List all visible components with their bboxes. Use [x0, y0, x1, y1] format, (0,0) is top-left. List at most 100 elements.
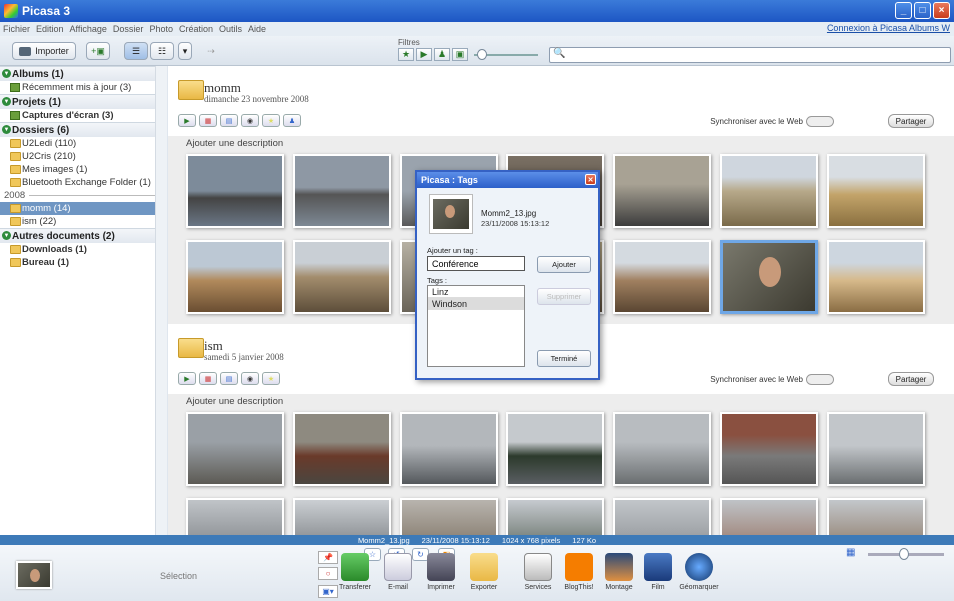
view-list-button[interactable]: ☰	[124, 42, 148, 60]
menu-affichage[interactable]: Affichage	[70, 24, 107, 34]
sidebar-item-mes-images[interactable]: Mes images (1)	[0, 163, 166, 176]
photo-thumbnail[interactable]	[400, 412, 498, 486]
photo-thumbnail[interactable]	[186, 498, 284, 535]
movie-button[interactable]: ▤	[220, 114, 238, 127]
photo-thumbnail[interactable]	[827, 154, 925, 228]
photo-thumbnail[interactable]	[293, 240, 391, 314]
action-email[interactable]: E-mail	[376, 553, 420, 591]
sidebar-scrollbar[interactable]	[155, 66, 167, 535]
photo-thumbnail[interactable]	[293, 498, 391, 535]
star-button[interactable]: ★	[262, 114, 280, 127]
photo-thumbnail-selected[interactable]	[720, 240, 818, 314]
share-button[interactable]: Partager	[888, 372, 934, 386]
photo-thumbnail[interactable]	[827, 498, 925, 535]
dialog-close-button[interactable]: ✕	[585, 174, 596, 185]
date-filter-knob[interactable]	[477, 49, 487, 60]
photo-thumbnail[interactable]	[720, 498, 818, 535]
photo-thumbnail[interactable]	[506, 498, 604, 535]
tag-item[interactable]: Windson	[428, 298, 524, 310]
photo-thumbnail[interactable]	[827, 240, 925, 314]
minimize-button[interactable]: _	[895, 2, 912, 19]
filter-video-button[interactable]: ▶	[416, 48, 432, 61]
action-print[interactable]: Imprimer	[419, 553, 463, 591]
action-services[interactable]: Services	[516, 553, 560, 591]
photo-thumbnail[interactable]	[400, 498, 498, 535]
maximize-button[interactable]: □	[914, 2, 931, 19]
album-description[interactable]: Ajouter une description	[186, 396, 283, 407]
done-button[interactable]: Terminé	[537, 350, 591, 367]
collage-button[interactable]: ▦	[199, 372, 217, 385]
sidebar-item-bureau[interactable]: Bureau (1)	[0, 256, 166, 269]
search-input[interactable]: 🔍	[549, 47, 951, 63]
sync-toggle[interactable]	[806, 116, 834, 127]
photo-thumbnail[interactable]	[613, 498, 711, 535]
section-albums[interactable]: ▼ Albums (1)	[0, 66, 166, 81]
action-blogthis[interactable]: BlogThis!	[557, 553, 601, 591]
add-tag-button[interactable]: Ajouter	[537, 256, 591, 273]
menu-aide[interactable]: Aide	[248, 24, 266, 34]
photo-thumbnail[interactable]	[186, 154, 284, 228]
sidebar-item-recent[interactable]: Récemment mis à jour (3)	[0, 81, 166, 94]
menu-outils[interactable]: Outils	[219, 24, 242, 34]
filter-faces-button[interactable]: ♟	[434, 48, 450, 61]
movie-button[interactable]: ▤	[220, 372, 238, 385]
sidebar-item-bluetooth[interactable]: Bluetooth Exchange Folder (1)	[0, 176, 166, 189]
photo-thumbnail[interactable]	[186, 240, 284, 314]
geotag-button[interactable]: ◉	[241, 372, 259, 385]
people-button[interactable]: ♟	[283, 114, 301, 127]
sidebar-item-u2ledi[interactable]: U2Ledi (110)	[0, 137, 166, 150]
add-to-album-button[interactable]: +▣	[86, 42, 110, 60]
action-movie[interactable]: Film	[636, 553, 680, 591]
photo-thumbnail[interactable]	[613, 154, 711, 228]
photo-thumbnail[interactable]	[613, 412, 711, 486]
view-tree-button[interactable]: ☷	[150, 42, 174, 60]
star-button[interactable]: ★	[262, 372, 280, 385]
import-button[interactable]: Importer	[12, 42, 76, 60]
photo-thumbnail[interactable]	[186, 412, 284, 486]
photo-thumbnail[interactable]	[506, 412, 604, 486]
view-dropdown-button[interactable]: ▾	[178, 42, 192, 60]
menu-photo[interactable]: Photo	[149, 24, 173, 34]
collage-button[interactable]: ▦	[199, 114, 217, 127]
section-autres[interactable]: ▼ Autres documents (2)	[0, 228, 166, 243]
geotag-button[interactable]: ◉	[241, 114, 259, 127]
remove-tag-button[interactable]: Supprimer	[537, 288, 591, 305]
filter-starred-button[interactable]: ★	[398, 48, 414, 61]
photo-thumbnail[interactable]	[293, 412, 391, 486]
sidebar-item-u2cris[interactable]: U2Cris (210)	[0, 150, 166, 163]
action-montage[interactable]: Montage	[597, 553, 641, 591]
section-dossiers[interactable]: ▼ Dossiers (6)	[0, 122, 166, 137]
slideshow-button[interactable]: ▶	[178, 372, 196, 385]
action-upload[interactable]: Transferer	[333, 553, 377, 591]
action-export[interactable]: Exporter	[462, 553, 506, 591]
thumbnail-size-knob[interactable]	[899, 548, 909, 560]
dialog-title-bar[interactable]: Picasa : Tags ✕	[417, 172, 598, 188]
album-description[interactable]: Ajouter une description	[186, 138, 283, 149]
connect-link[interactable]: Connexion à Picasa Albums W	[827, 23, 950, 33]
menu-fichier[interactable]: Fichier	[3, 24, 30, 34]
tag-input[interactable]	[427, 256, 525, 271]
section-projets[interactable]: ▼ Projets (1)	[0, 94, 166, 109]
photo-thumbnail[interactable]	[613, 240, 711, 314]
filter-geo-button[interactable]: ▣	[452, 48, 468, 61]
photo-thumbnail[interactable]	[720, 154, 818, 228]
photo-thumbnail[interactable]	[720, 412, 818, 486]
share-arrow-button[interactable]: ⇢	[200, 42, 222, 60]
share-button[interactable]: Partager	[888, 114, 934, 128]
photo-thumbnail[interactable]	[293, 154, 391, 228]
tags-list[interactable]: Linz Windson	[427, 285, 525, 367]
sidebar-item-ism[interactable]: ism (22)	[0, 215, 166, 228]
menu-edition[interactable]: Edition	[36, 24, 64, 34]
slideshow-button[interactable]: ▶	[178, 114, 196, 127]
sync-toggle[interactable]	[806, 374, 834, 385]
close-button[interactable]: ×	[933, 2, 950, 19]
tray-photo-thumbnail[interactable]	[16, 561, 52, 589]
sidebar-item-captures[interactable]: Captures d'écran (3)	[0, 109, 166, 122]
tag-item[interactable]: Linz	[428, 286, 524, 298]
sidebar-item-downloads[interactable]: Downloads (1)	[0, 243, 166, 256]
action-geotag[interactable]: Géomarquer	[677, 553, 721, 591]
photo-thumbnail[interactable]	[827, 412, 925, 486]
menu-creation[interactable]: Création	[179, 24, 213, 34]
menu-dossier[interactable]: Dossier	[113, 24, 144, 34]
sidebar-item-momm[interactable]: momm (14)	[0, 202, 166, 215]
